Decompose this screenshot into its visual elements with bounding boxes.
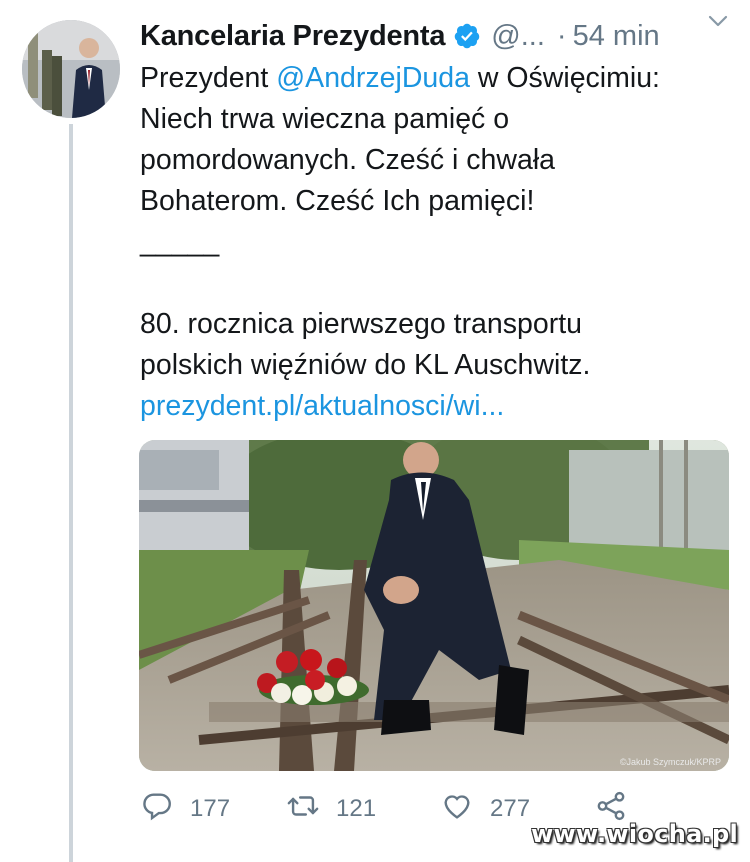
retweet-icon <box>286 789 320 830</box>
separator-dot: · <box>556 19 567 52</box>
author-name[interactable]: Kancelaria Prezydenta <box>140 20 445 53</box>
tweet[interactable]: Kancelaria Prezydenta @... · 54 min Prez… <box>0 0 750 862</box>
photo-credit: ©Jakub Szymczuk/KPRP <box>619 757 721 767</box>
tweet-header: Kancelaria Prezydenta @... · 54 min <box>140 14 740 58</box>
tweet-time[interactable]: 54 min <box>573 20 660 53</box>
text-line-4: Bohaterom. Cześć Ich pamięci! <box>140 185 535 217</box>
heart-icon <box>440 789 474 830</box>
reply-button[interactable]: 177 <box>140 786 230 832</box>
avatar[interactable] <box>22 20 120 118</box>
like-button[interactable]: 277 <box>440 786 530 832</box>
like-count: 277 <box>490 795 531 822</box>
text-line-6: polskich więźniów do KL Auschwitz. <box>140 349 591 381</box>
verified-badge-icon <box>453 22 481 50</box>
watermark: www.wiocha.pl <box>531 820 738 848</box>
retweet-button[interactable]: 121 <box>286 786 376 832</box>
mention-link[interactable]: @AndrzejDuda <box>276 62 470 94</box>
text-line-2: Niech trwa wieczna pamięć o <box>140 103 510 135</box>
tweet-photo[interactable]: ©Jakub Szymczuk/KPRP <box>139 440 729 771</box>
text-gap <box>140 263 730 304</box>
text-line-5: 80. rocznica pierwszego transportu <box>140 308 582 340</box>
reply-count: 177 <box>190 795 231 822</box>
thread-line <box>69 124 73 862</box>
chevron-down-icon[interactable] <box>708 14 728 28</box>
article-link[interactable]: prezydent.pl/aktualnosci/wi... <box>140 386 730 427</box>
reply-icon <box>140 789 174 830</box>
text-line-3: pomordowanych. Cześć i chwała <box>140 144 556 176</box>
tweet-text: Prezydent @AndrzejDuda w Oświęcimiu: Nie… <box>140 58 730 427</box>
text-divider: _____ <box>140 226 220 258</box>
retweet-count: 121 <box>336 795 377 822</box>
text-line-1: Prezydent @AndrzejDuda w Oświęcimiu: <box>140 62 660 94</box>
author-handle[interactable]: @... <box>491 20 545 53</box>
